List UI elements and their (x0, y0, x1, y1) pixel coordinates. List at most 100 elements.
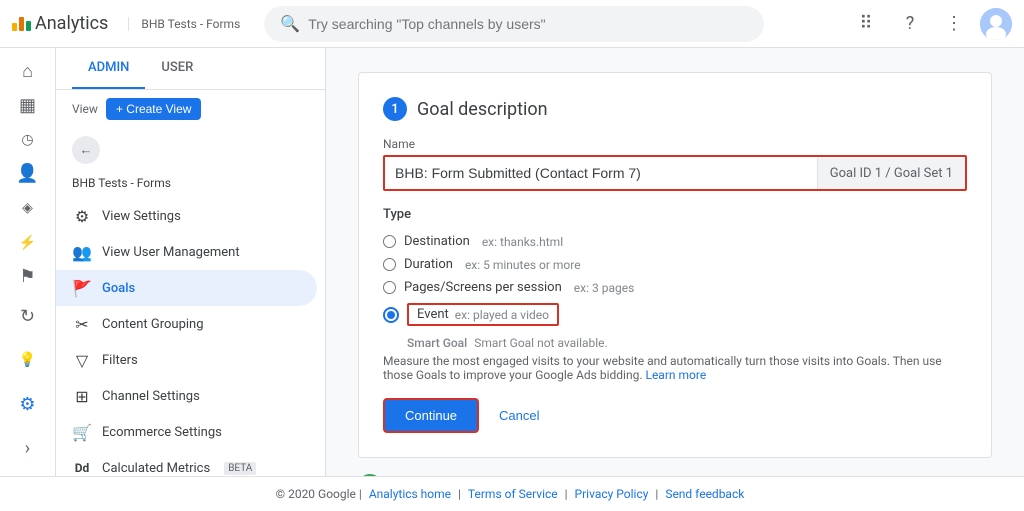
account-info: BHB Tests - Forms (128, 17, 240, 31)
radio-event-row[interactable]: Event ex: played a video (383, 299, 967, 330)
step-circle: 1 (383, 97, 407, 121)
more-icon[interactable]: ⋮ (936, 6, 972, 42)
channel-icon: ⊞ (72, 386, 92, 406)
goal-id-badge: Goal ID 1 / Goal Set 1 (817, 158, 965, 189)
expand-icon[interactable]: › (8, 428, 48, 468)
refresh-icon[interactable]: ↻ (8, 296, 48, 336)
avatar[interactable] (980, 8, 1012, 40)
action-buttons: Continue Cancel (383, 398, 967, 433)
content-area: 1 Goal description Name Goal ID 1 / Goal… (326, 48, 1024, 476)
type-label: Type (383, 207, 967, 222)
app-title: Analytics (35, 13, 108, 34)
sidebar-item-label: Goals (102, 281, 135, 296)
event-example: ex: played a video (455, 308, 549, 322)
goal-flag-icon: 🚩 (72, 278, 92, 298)
sidebar-item-label: View User Management (102, 245, 240, 260)
ecommerce-icon: 🛒 (72, 422, 92, 442)
sidebar-item-label: View Settings (102, 209, 181, 224)
users-icon: 👥 (72, 242, 92, 262)
sidebar-item-goals[interactable]: 🚩 Goals (56, 270, 317, 306)
left-nav: ⌂ ▦ ◷ 👤 ◈ ⚡ ⚑ ↻ 💡 ⚙ › (0, 48, 56, 476)
back-button[interactable]: ← (72, 136, 100, 164)
duration-example: ex: 5 minutes or more (465, 258, 581, 272)
filter-icon: ▽ (72, 350, 92, 370)
search-bar[interactable]: 🔍 (264, 6, 764, 42)
acquisition-icon[interactable]: ◈ (8, 193, 48, 223)
sidebar-item-label: Ecommerce Settings (102, 425, 222, 440)
dashboard-icon[interactable]: ▦ (8, 90, 48, 120)
tab-admin[interactable]: ADMIN (72, 48, 145, 89)
sidebar: ADMIN USER View + Create View ← BHB Test… (56, 48, 326, 476)
logo-bars (12, 17, 31, 31)
sidebar-item-channel-settings[interactable]: ⊞ Channel Settings (56, 378, 317, 414)
name-input-row: Goal ID 1 / Goal Set 1 (383, 155, 967, 191)
sidebar-item-view-settings[interactable]: ⚙ View Settings (56, 198, 317, 234)
grouping-icon: ✂ (72, 314, 92, 334)
apps-icon[interactable]: ⠿ (848, 6, 884, 42)
section-title: Goal description (417, 99, 548, 120)
topbar-right: ⠿ ? ⋮ (848, 6, 1012, 42)
terms-link[interactable]: Terms of Service (468, 487, 558, 501)
privacy-link[interactable]: Privacy Policy (575, 487, 649, 501)
sidebar-item-filters[interactable]: ▽ Filters (56, 342, 317, 378)
lightbulb-icon[interactable]: 💡 (8, 340, 48, 380)
beta-badge: BETA (224, 462, 256, 475)
name-label: Name (383, 137, 967, 151)
topbar: Analytics BHB Tests - Forms 🔍 ⠿ ? ⋮ (0, 0, 1024, 48)
radio-destination[interactable]: Destination ex: thanks.html (383, 230, 967, 253)
smart-goal-label: Smart Goal (407, 336, 467, 350)
destination-example: ex: thanks.html (482, 235, 563, 249)
sidebar-item-user-management[interactable]: 👥 View User Management (56, 234, 317, 270)
calc-icon: Dd (72, 458, 92, 476)
duration-label: Duration (404, 257, 453, 272)
analytics-home-link[interactable]: Analytics home (369, 487, 451, 501)
measure-text: Measure the most engaged visits to your … (383, 354, 967, 382)
section-header: 1 Goal description (383, 97, 967, 121)
sidebar-item-label: Content Grouping (102, 317, 204, 332)
pages-label: Pages/Screens per session (404, 280, 562, 295)
search-input[interactable] (308, 16, 748, 32)
radio-pages-input[interactable] (383, 281, 396, 294)
smart-goal-row: Smart Goal Smart Goal not available. (407, 336, 967, 350)
sidebar-item-label: Channel Settings (102, 389, 200, 404)
flag-icon[interactable]: ⚑ (8, 262, 48, 292)
radio-pages[interactable]: Pages/Screens per session ex: 3 pages (383, 276, 967, 299)
pages-example: ex: 3 pages (574, 281, 634, 295)
settings-icon: ⚙ (72, 206, 92, 226)
tab-user[interactable]: USER (145, 48, 209, 89)
main-container: ⌂ ▦ ◷ 👤 ◈ ⚡ ⚑ ↻ 💡 ⚙ › ADMIN USER View + … (0, 48, 1024, 476)
sidebar-item-label: Filters (102, 353, 138, 368)
event-label: Event (417, 307, 449, 322)
sidebar-account: BHB Tests - Forms (56, 172, 325, 198)
event-label-box: Event ex: played a video (407, 303, 559, 326)
radio-destination-input[interactable] (383, 235, 396, 248)
goal-description-card: 1 Goal description Name Goal ID 1 / Goal… (358, 72, 992, 458)
sidebar-item-ecommerce-settings[interactable]: 🛒 Ecommerce Settings (56, 414, 317, 450)
learn-more-link[interactable]: Learn more (645, 368, 706, 382)
footer: © 2020 Google | Analytics home | Terms o… (0, 476, 1024, 511)
help-icon[interactable]: ? (892, 6, 928, 42)
feedback-link[interactable]: Send feedback (665, 487, 744, 501)
view-label: View (72, 102, 98, 116)
copyright: © 2020 Google (276, 487, 356, 501)
behavior-icon[interactable]: ⚡ (8, 227, 48, 257)
sidebar-item-calculated-metrics[interactable]: Dd Calculated Metrics BETA (56, 450, 317, 476)
radio-duration[interactable]: Duration ex: 5 minutes or more (383, 253, 967, 276)
radio-dot (383, 307, 399, 323)
home-icon[interactable]: ⌂ (8, 56, 48, 86)
sidebar-view-row: View + Create View (56, 90, 325, 128)
goal-name-input[interactable] (385, 157, 817, 189)
user-icon[interactable]: 👤 (8, 159, 48, 189)
sidebar-tabs: ADMIN USER (56, 48, 325, 90)
radio-dot-inner (387, 311, 395, 319)
radio-duration-input[interactable] (383, 258, 396, 271)
cancel-button[interactable]: Cancel (487, 400, 551, 431)
search-icon: 🔍 (280, 14, 300, 33)
create-view-button[interactable]: + Create View (106, 98, 202, 120)
clock-icon[interactable]: ◷ (8, 125, 48, 155)
smart-goal-text: Smart Goal not available. (474, 336, 608, 350)
destination-label: Destination (404, 234, 470, 249)
continue-button[interactable]: Continue (383, 398, 479, 433)
settings-icon[interactable]: ⚙ (8, 384, 48, 424)
sidebar-item-content-grouping[interactable]: ✂ Content Grouping (56, 306, 317, 342)
